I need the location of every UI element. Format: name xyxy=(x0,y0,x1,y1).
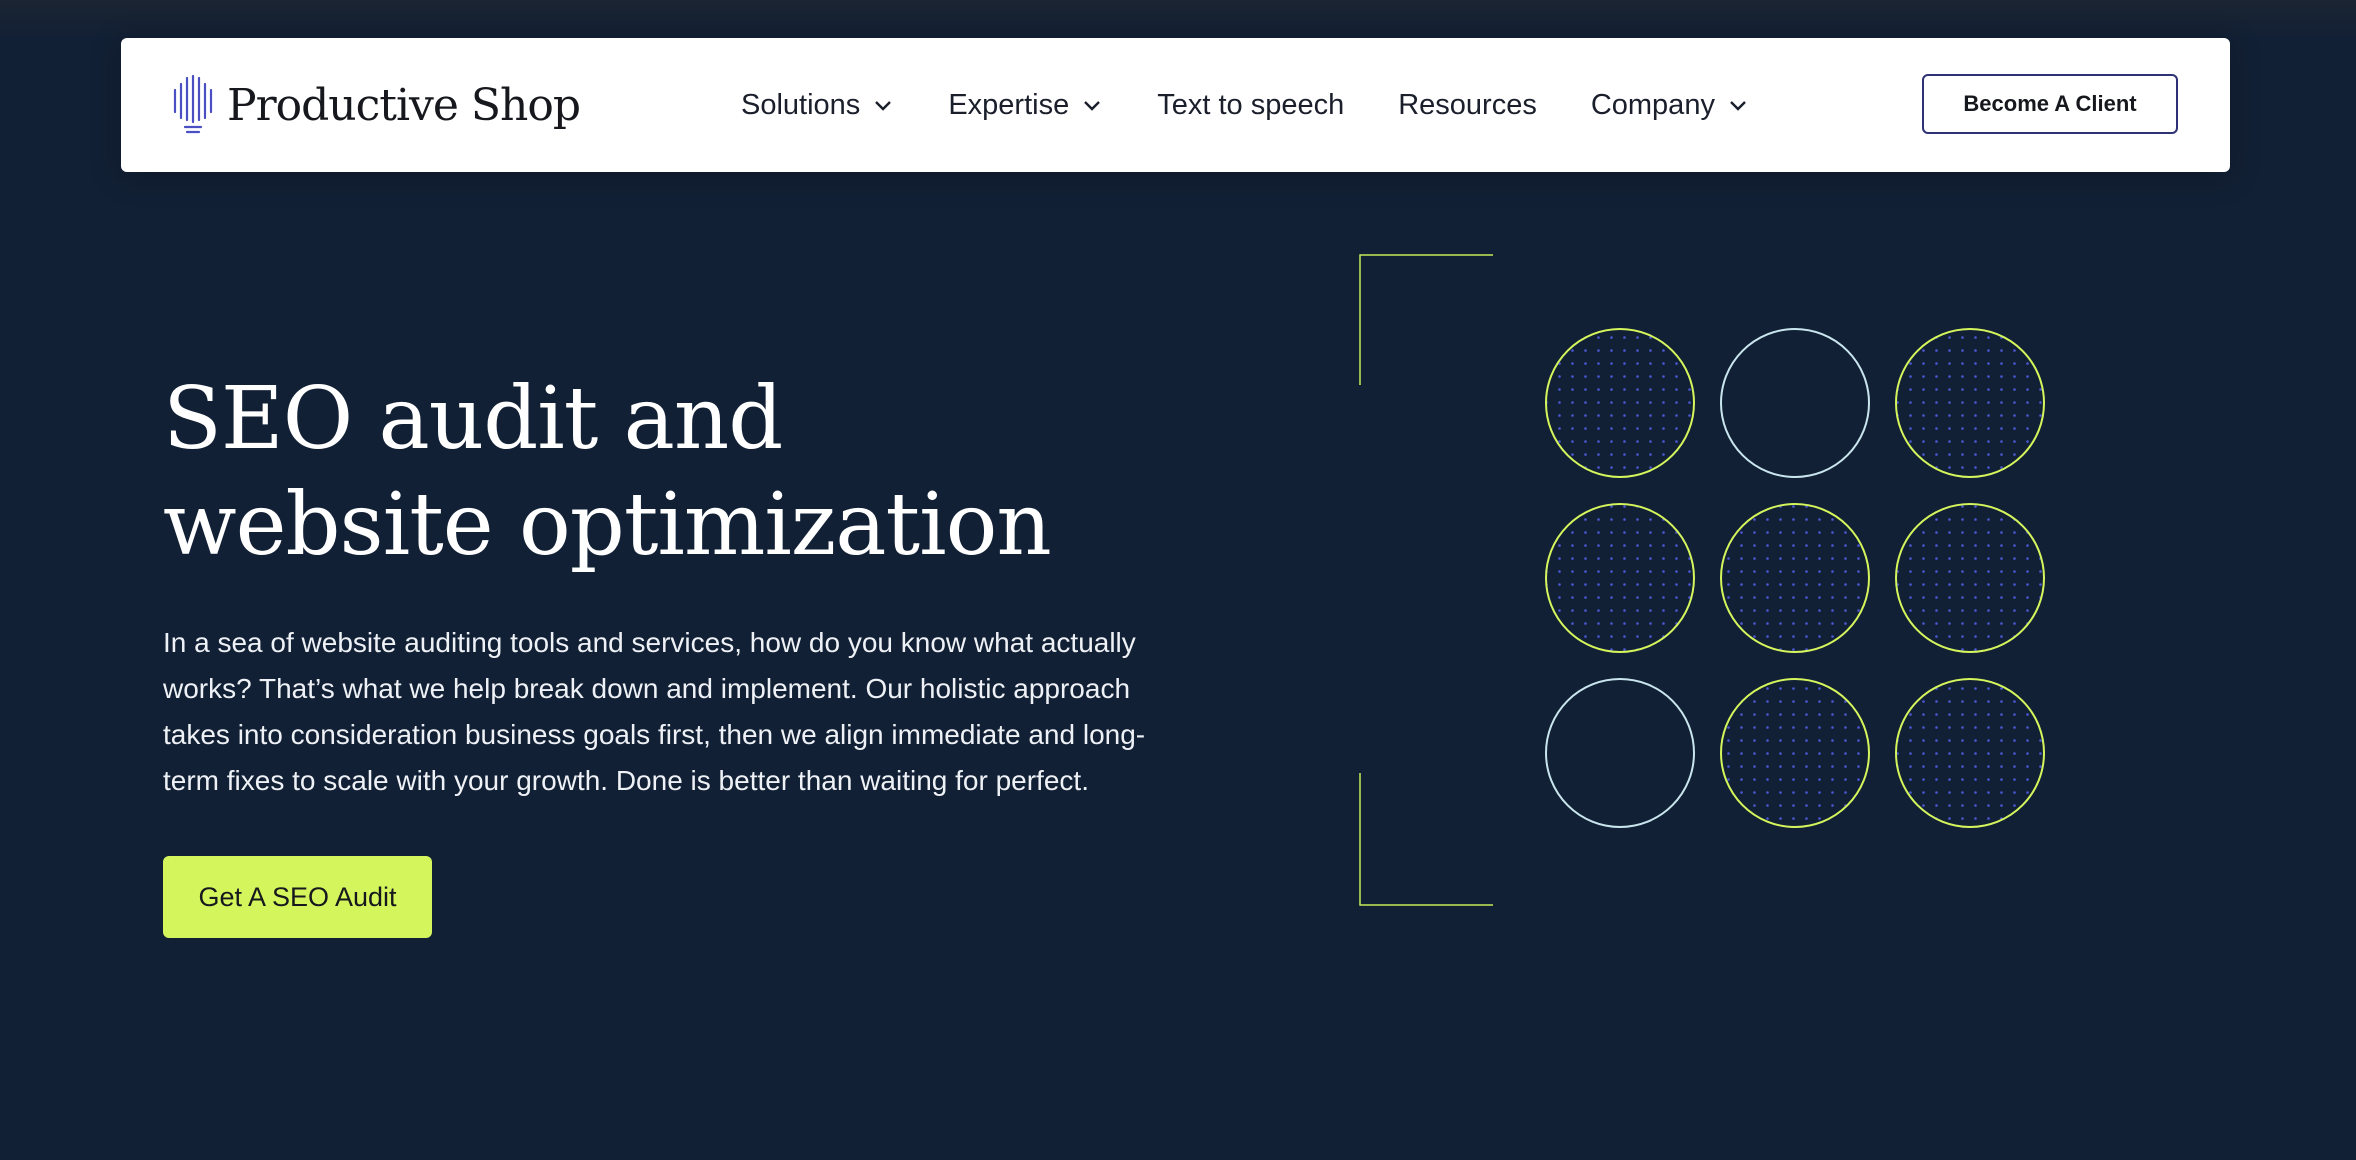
dotted-circle xyxy=(1895,678,2045,828)
nav-item-expertise[interactable]: Expertise xyxy=(948,89,1103,122)
hero-description-line: term fixes to scale with your growth. Do… xyxy=(163,765,1089,796)
chevron-down-icon xyxy=(1730,101,1746,111)
nav-item-company[interactable]: Company xyxy=(1591,89,1749,122)
hero-description: In a sea of website auditing tools and s… xyxy=(163,620,1163,804)
nav-label: Expertise xyxy=(948,88,1070,121)
bracket-bottom-left xyxy=(1359,773,1493,906)
chevron-down-icon xyxy=(1084,101,1101,111)
nav-item-solutions[interactable]: Solutions xyxy=(741,89,894,122)
dotted-circle xyxy=(1720,503,1870,653)
circle-layer xyxy=(1545,328,2045,828)
main-nav: Solutions Expertise Text to speech Resou… xyxy=(741,38,1803,172)
hero-description-line: takes into consideration business goals … xyxy=(163,719,1146,750)
dotted-circle xyxy=(1545,503,1695,653)
nav-item-resources[interactable]: Resources xyxy=(1398,89,1537,122)
hero-title-line: website optimization xyxy=(163,475,1052,575)
site-header: Productive Shop Solutions Expertise Text… xyxy=(121,38,2230,172)
dotted-circle xyxy=(1545,328,1695,478)
brand-logo[interactable]: Productive Shop xyxy=(171,74,581,136)
nav-label: Company xyxy=(1590,88,1715,121)
dotted-circle xyxy=(1895,503,2045,653)
outline-circle xyxy=(1720,328,1870,478)
logo-mark-icon xyxy=(173,74,213,134)
nav-label: Resources xyxy=(1398,88,1537,121)
brand-name: Productive Shop xyxy=(227,79,581,131)
hero-description-line: works? That’s what we help break down an… xyxy=(163,673,1131,704)
outline-circle xyxy=(1545,678,1695,828)
circle-grid-illustration xyxy=(1359,254,2045,906)
hero-title: SEO audit and website optimization xyxy=(163,366,1143,578)
dotted-circle xyxy=(1720,678,1870,828)
hero-description-line: In a sea of website auditing tools and s… xyxy=(163,627,1136,658)
get-seo-audit-button[interactable]: Get A SEO Audit xyxy=(163,856,432,938)
dotted-circle xyxy=(1895,328,2045,478)
nav-label: Text to speech xyxy=(1157,88,1345,121)
nav-label: Solutions xyxy=(741,88,861,121)
chevron-down-icon xyxy=(875,101,892,111)
top-edge-shade xyxy=(0,0,2356,40)
bracket-top-left xyxy=(1359,254,1493,385)
nav-item-text-to-speech[interactable]: Text to speech xyxy=(1157,89,1344,122)
hero-title-line: SEO audit and xyxy=(163,369,783,469)
become-a-client-button[interactable]: Become A Client xyxy=(1922,74,2178,134)
